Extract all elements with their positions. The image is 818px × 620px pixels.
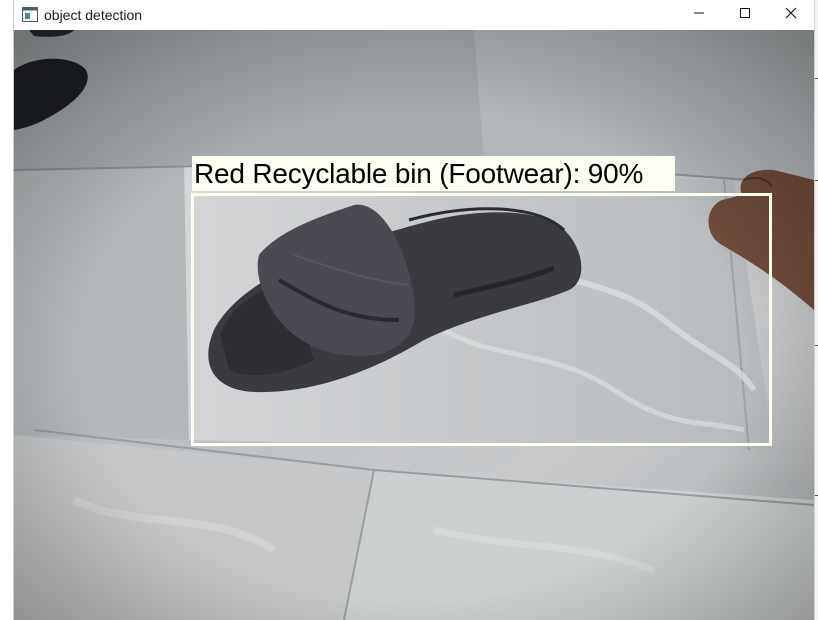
- window-title: object detection: [44, 7, 143, 23]
- close-button[interactable]: [768, 0, 814, 30]
- detection-bounding-box: [191, 193, 772, 446]
- detection-label: Red Recyclable bin (Footwear): 90%: [194, 158, 644, 189]
- close-icon: [785, 6, 797, 24]
- maximize-button[interactable]: [722, 0, 768, 30]
- title-bar[interactable]: object detection: [14, 0, 814, 30]
- background-terminal-strip: [814, 0, 818, 620]
- app-window-icon: [22, 7, 38, 22]
- minimize-button[interactable]: [676, 0, 722, 30]
- minimize-icon: [693, 6, 705, 24]
- maximize-icon: [739, 6, 751, 24]
- object-detection-window: object detection Red Recyclable bin (Foo…: [14, 0, 814, 620]
- camera-feed: Red Recyclable bin (Footwear): 90%: [14, 30, 814, 620]
